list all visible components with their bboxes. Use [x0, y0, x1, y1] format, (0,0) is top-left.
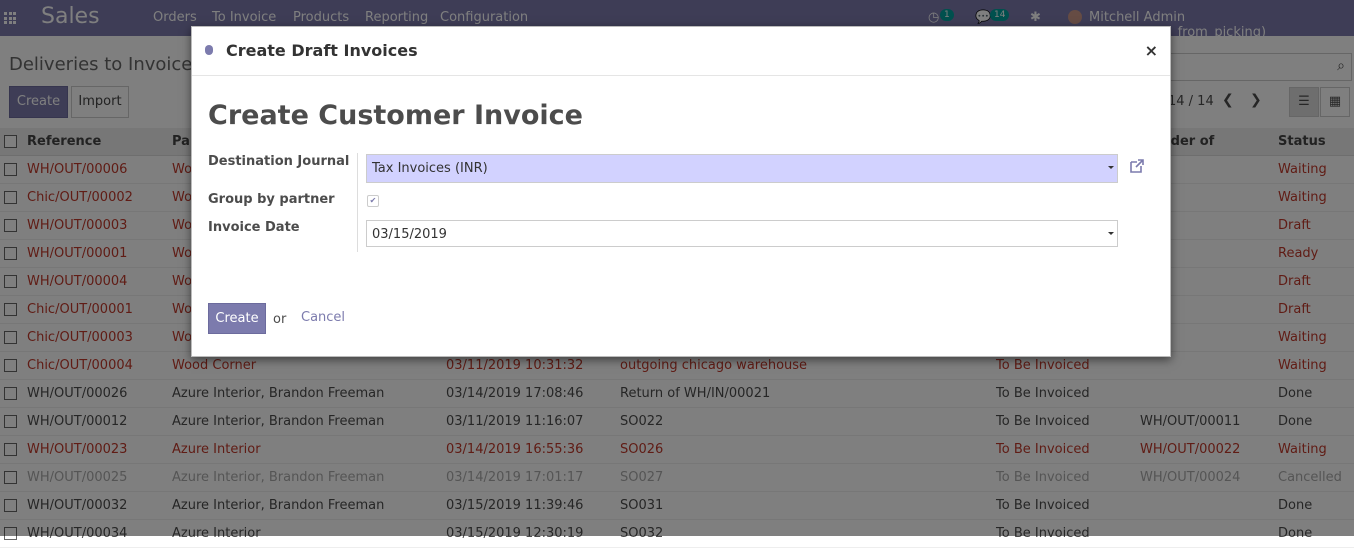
group-by-partner-label: Group by partner: [208, 192, 335, 207]
group-by-partner-checkbox[interactable]: ✔: [367, 195, 379, 207]
external-link-icon[interactable]: [1129, 158, 1145, 174]
form-heading: Create Customer Invoice: [208, 100, 583, 131]
journal-value: Tax Invoices (INR): [372, 161, 488, 176]
create-invoice-dialog: Create Draft Invoices × Create Customer …: [191, 26, 1171, 357]
chevron-down-icon[interactable]: [1108, 232, 1114, 235]
chevron-down-icon[interactable]: [1108, 166, 1114, 169]
cancel-link[interactable]: Cancel: [301, 310, 345, 325]
invoice-date-value: 03/15/2019: [372, 227, 447, 242]
label-divider: [357, 153, 358, 252]
invoice-date-label: Invoice Date: [208, 220, 300, 235]
create-invoice-button[interactable]: Create: [208, 303, 266, 334]
dialog-header: Create Draft Invoices ×: [192, 27, 1170, 76]
invoice-date-input[interactable]: 03/15/2019: [366, 220, 1118, 247]
dialog-title: Create Draft Invoices: [226, 41, 418, 60]
journal-label: Destination Journal: [208, 154, 350, 169]
journal-select[interactable]: Tax Invoices (INR): [366, 154, 1118, 183]
or-text: or: [273, 312, 287, 327]
close-icon[interactable]: ×: [1145, 41, 1158, 60]
debug-bug-icon: [205, 45, 213, 55]
